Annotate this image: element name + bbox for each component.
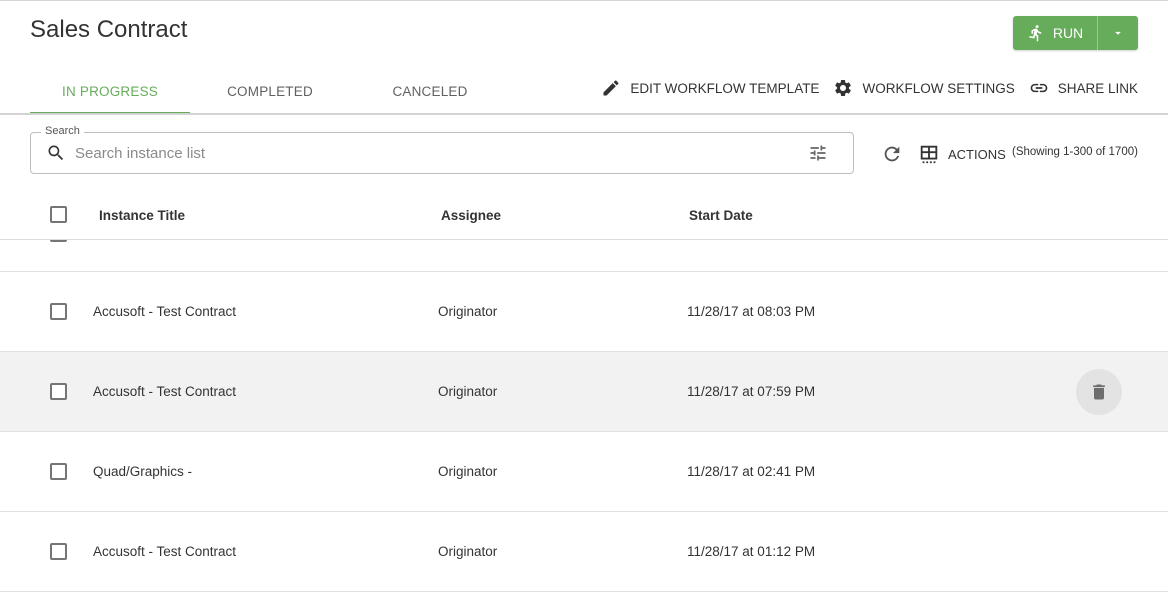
row-checkbox[interactable] bbox=[50, 383, 67, 400]
tab-in-progress[interactable]: IN PROGRESS bbox=[30, 68, 190, 114]
row-checkbox[interactable] bbox=[50, 463, 67, 480]
refresh-icon bbox=[884, 146, 900, 162]
trash-icon bbox=[1093, 384, 1105, 400]
actions-label: ACTIONS bbox=[948, 146, 1006, 162]
start-date: 11/28/17 at 01:12 PM bbox=[687, 544, 816, 559]
run-button-group: RUN bbox=[1013, 16, 1138, 50]
start-date: 11/28/17 at 08:03 PM bbox=[687, 304, 816, 319]
instance-title: Quad/Graphics - bbox=[93, 464, 193, 479]
row-checkbox[interactable] bbox=[50, 240, 67, 242]
tab-completed[interactable]: COMPLETED bbox=[190, 68, 350, 114]
instance-tabs: IN PROGRESS COMPLETED CANCELED bbox=[30, 68, 510, 114]
tab-canceled[interactable]: CANCELED bbox=[350, 68, 510, 114]
row-checkbox[interactable] bbox=[50, 303, 67, 320]
top-border bbox=[0, 0, 1168, 1]
tab-divider bbox=[0, 113, 1168, 115]
table-row[interactable]: Accusoft - Test Contract Originator 11/2… bbox=[0, 512, 1168, 592]
instance-title: Accusoft - Test Contract bbox=[93, 384, 237, 399]
filter-sliders-icon[interactable] bbox=[808, 143, 828, 163]
assignee: Originator bbox=[438, 464, 498, 479]
run-menu-button[interactable] bbox=[1098, 16, 1138, 50]
runner-icon bbox=[1028, 25, 1042, 42]
search-input[interactable] bbox=[75, 144, 808, 162]
page-title: Sales Contract bbox=[30, 16, 188, 43]
edit-workflow-template-button[interactable]: EDIT WORKFLOW TEMPLATE bbox=[601, 78, 819, 98]
share-link-button[interactable]: SHARE LINK bbox=[1029, 78, 1138, 98]
table-row[interactable]: Accusoft - Test Contract Originator 11/2… bbox=[0, 272, 1168, 352]
search-legend: Search bbox=[41, 125, 84, 137]
workflow-settings-button[interactable]: WORKFLOW SETTINGS bbox=[833, 78, 1015, 98]
refresh-button[interactable] bbox=[881, 143, 903, 165]
assignee: Originator bbox=[438, 384, 498, 399]
link-icon bbox=[1030, 83, 1048, 93]
workflow-settings-label: WORKFLOW SETTINGS bbox=[862, 80, 1015, 96]
assignee: Originator bbox=[438, 304, 498, 319]
table-row-partial bbox=[0, 240, 1168, 272]
table-columns-icon bbox=[920, 145, 938, 164]
start-date: 11/28/17 at 02:41 PM bbox=[687, 464, 816, 479]
run-button[interactable]: RUN bbox=[1013, 16, 1098, 50]
instance-title: Accusoft - Test Contract bbox=[93, 544, 237, 559]
row-checkbox[interactable] bbox=[50, 543, 67, 560]
table-row[interactable]: Accusoft - Test Contract Originator 11/2… bbox=[0, 352, 1168, 432]
select-all-checkbox[interactable] bbox=[50, 206, 67, 223]
run-button-label: RUN bbox=[1052, 25, 1084, 41]
pencil-icon bbox=[603, 80, 619, 96]
caret-down-icon bbox=[1115, 31, 1121, 35]
start-date: 11/28/17 at 07:59 PM bbox=[687, 384, 816, 399]
edit-workflow-template-label: EDIT WORKFLOW TEMPLATE bbox=[630, 80, 820, 96]
column-header-instance-title[interactable]: Instance Title bbox=[99, 208, 185, 223]
assignee: Originator bbox=[438, 544, 498, 559]
column-header-start-date[interactable]: Start Date bbox=[689, 208, 753, 223]
gear-icon bbox=[835, 80, 852, 96]
instance-title: Accusoft - Test Contract bbox=[93, 304, 237, 319]
showing-count: (Showing 1-300 of 1700) bbox=[1012, 146, 1138, 158]
delete-button[interactable] bbox=[1076, 369, 1122, 415]
actions-button[interactable]: ACTIONS bbox=[918, 143, 1006, 165]
table-row[interactable]: Quad/Graphics - Originator 11/28/17 at 0… bbox=[0, 432, 1168, 512]
column-header-assignee[interactable]: Assignee bbox=[441, 208, 501, 223]
workflow-toolbar: EDIT WORKFLOW TEMPLATE WORKFLOW SETTINGS… bbox=[601, 78, 1138, 98]
search-icon bbox=[48, 145, 64, 161]
share-link-label: SHARE LINK bbox=[1057, 80, 1138, 96]
search-box: Search bbox=[30, 125, 854, 174]
